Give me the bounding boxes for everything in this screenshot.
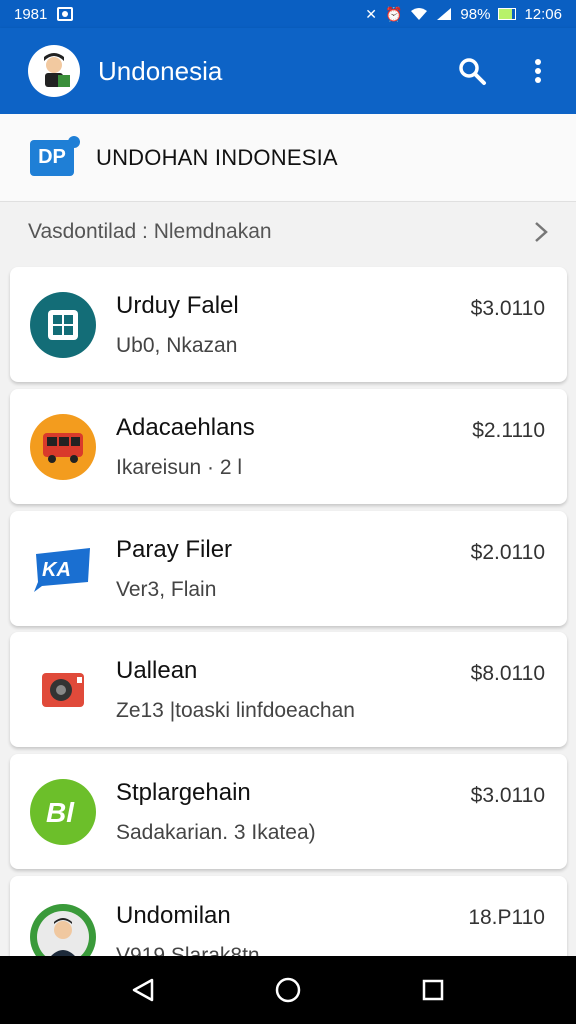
status-time-left: 1981 — [14, 5, 48, 23]
brand-title: UNDOHAN INDONESIA — [96, 144, 338, 170]
svg-text:KA: KA — [42, 559, 71, 581]
alarm-icon: ⏰ — [384, 6, 403, 22]
status-clock: 12:06 — [524, 5, 562, 23]
item-price: $2.1110 — [472, 419, 545, 442]
list-item[interactable]: Bl Stplargehain Sadakarian. 3 Ikatea) $3… — [10, 754, 567, 869]
list-item[interactable]: Uallean Ze13 |toaski linfdoeachan $8.011… — [10, 632, 567, 747]
app-title: Undonesia — [98, 55, 223, 86]
item-price: $3.0110 — [470, 784, 545, 807]
battery-icon — [498, 8, 517, 20]
system-nav-bar — [0, 956, 576, 1024]
item-price: $3.0110 — [470, 297, 545, 320]
item-price: 18.P110 — [468, 906, 545, 929]
bus-icon — [30, 413, 96, 480]
avatar[interactable] — [28, 45, 80, 97]
camera-icon — [30, 656, 96, 723]
breadcrumb-label: Vasdontilad : Nlemdnakan — [28, 220, 272, 243]
chevron-right-icon — [535, 222, 548, 242]
ka-logo-icon: KA — [30, 535, 96, 602]
item-subtitle: Sadakarian. 3 Ikatea) — [116, 820, 316, 844]
svg-text:Bl: Bl — [46, 797, 75, 828]
recents-icon[interactable] — [413, 970, 453, 1010]
item-title: Adacaehlans — [116, 413, 255, 441]
brand-header: DP UNDOHAN INDONESIA — [0, 114, 576, 202]
item-subtitle: Ver3, Flain — [116, 577, 217, 601]
item-subtitle: Ze13 |toaski linfdoeachan — [116, 698, 355, 722]
item-title: Paray Filer — [116, 535, 233, 563]
mute-icon: ✕ — [365, 6, 377, 22]
item-title: Stplargehain — [116, 778, 251, 806]
list-item[interactable]: Urduy Falel Ub0, Nkazan $3.0110 — [10, 267, 567, 382]
item-title: Urduy Falel — [116, 291, 239, 319]
notification-icon — [57, 7, 74, 21]
brand-logo: DP — [30, 135, 80, 176]
list-item[interactable]: Adacaehlans Ikareisun · 2 l $2.1110 — [10, 389, 567, 504]
list-item[interactable]: KA Paray Filer Ver3, Flain $2.0110 — [10, 511, 567, 626]
item-title: Uallean — [116, 656, 198, 684]
battery-percent: 98% — [460, 5, 491, 23]
breadcrumb[interactable]: Vasdontilad : Nlemdnakan — [0, 202, 576, 262]
item-price: $2.0110 — [470, 541, 545, 564]
item-subtitle: Ikareisun · 2 l — [116, 455, 243, 479]
item-title: Undomilan — [116, 902, 231, 929]
more-vert-icon[interactable] — [520, 53, 556, 89]
back-icon[interactable] — [123, 970, 163, 1010]
bl-logo-icon: Bl — [30, 778, 96, 845]
status-bar: 1981 ✕ ⏰ 98% 12:06 — [0, 0, 576, 28]
item-subtitle: Ub0, Nkazan — [116, 333, 238, 357]
app-bar: Undonesia — [0, 28, 576, 114]
signal-icon — [437, 8, 452, 20]
item-price: $8.0110 — [470, 662, 545, 685]
list-item[interactable]: Undomilan V919 Slarak8tn 18.P110 — [10, 876, 567, 970]
grid-icon — [30, 291, 96, 358]
home-icon[interactable] — [268, 970, 308, 1010]
search-icon[interactable] — [454, 53, 490, 89]
wifi-icon — [411, 8, 428, 20]
